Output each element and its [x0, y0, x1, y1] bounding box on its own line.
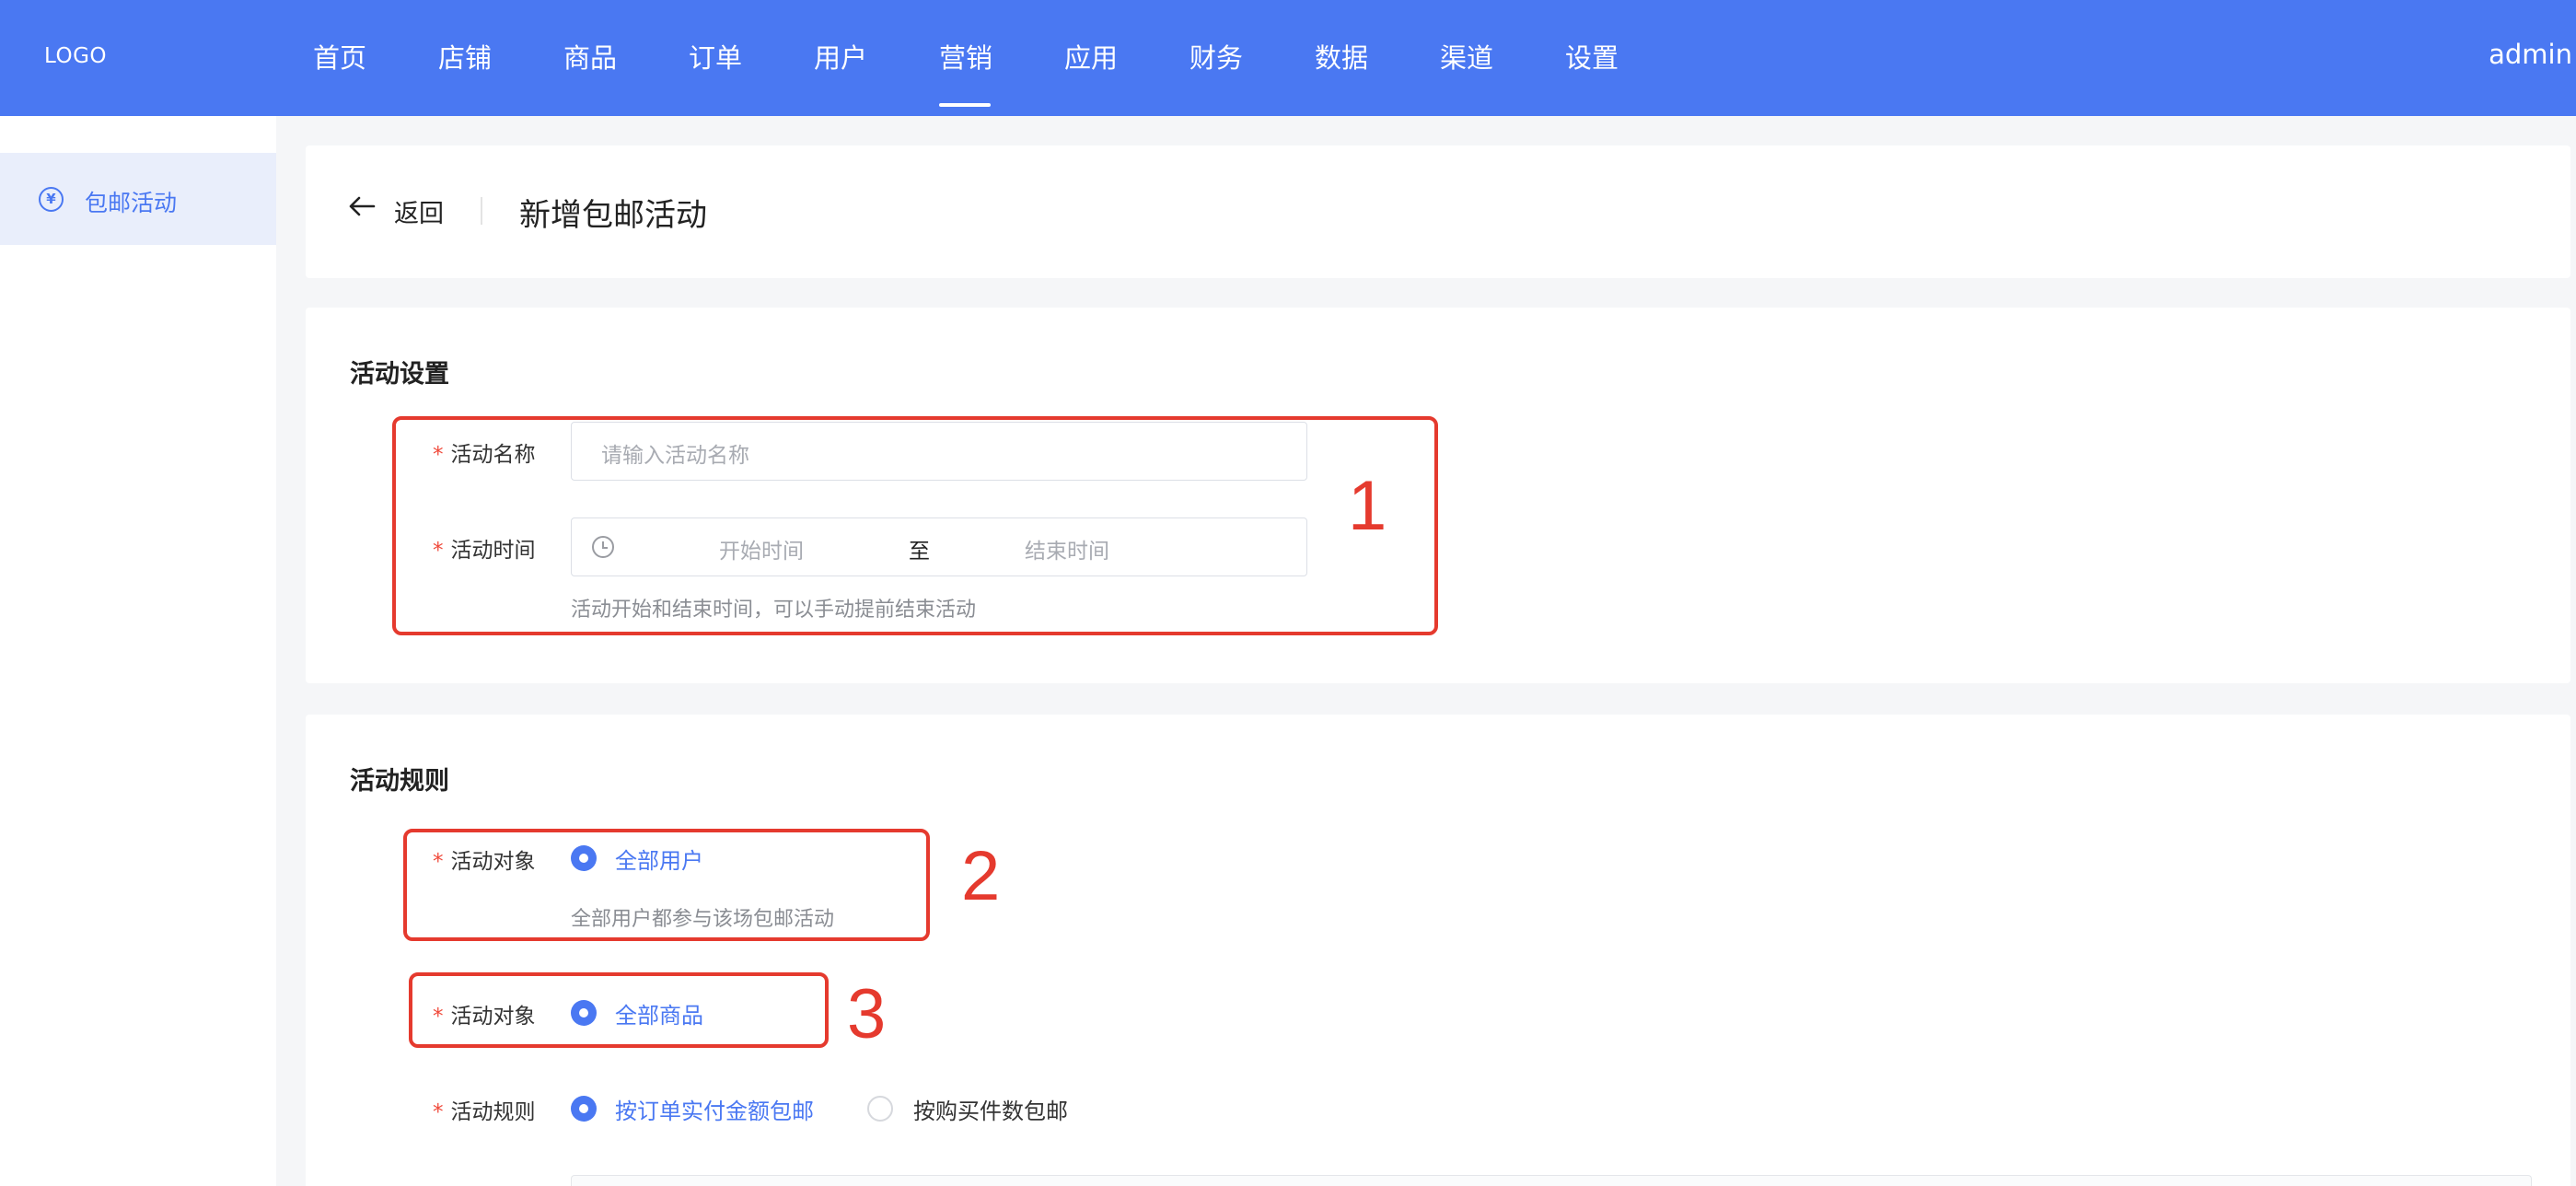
yen-circle-icon: ¥ [39, 187, 64, 212]
nav-item-users[interactable]: 用户 [814, 37, 867, 76]
rule-item-count-label[interactable]: 按购买件数包邮 [913, 1093, 1068, 1125]
annotation-number-2: 2 [961, 837, 1001, 915]
annotation-box-3 [409, 972, 829, 1048]
nav-item-goods[interactable]: 商品 [563, 37, 617, 76]
nav-item-finance[interactable]: 财务 [1189, 37, 1243, 76]
annotation-number-3: 3 [847, 975, 887, 1053]
arrow-left-icon[interactable] [348, 195, 376, 217]
radio-rule-item-count[interactable] [867, 1096, 893, 1122]
logo: LOGO [44, 44, 108, 68]
top-nav-bar: LOGO 首页 店铺 商品 订单 用户 营销 应用 财务 数据 渠道 设置 ad… [0, 0, 2576, 116]
sidebar: ¥ 包邮活动 [0, 116, 276, 1186]
rule-order-amount-label[interactable]: 按订单实付金额包邮 [615, 1093, 814, 1125]
active-nav-indicator [939, 103, 991, 107]
annotation-box-2 [403, 829, 930, 941]
annotation-box-1 [392, 416, 1438, 635]
next-form-field[interactable] [571, 1175, 2532, 1186]
page-title: 新增包邮活动 [519, 197, 707, 234]
nav-item-marketing[interactable]: 营销 [939, 37, 992, 76]
user-menu[interactable]: admin [2489, 39, 2572, 70]
page-header-card: 返回 新增包邮活动 [306, 145, 2570, 278]
sidebar-item-free-shipping[interactable]: ¥ 包邮活动 [0, 153, 276, 245]
nav-item-apps[interactable]: 应用 [1064, 37, 1118, 76]
annotation-number-1: 1 [1348, 467, 1387, 545]
section-title-settings: 活动设置 [350, 360, 449, 389]
nav-item-settings[interactable]: 设置 [1565, 37, 1619, 76]
activity-rules-card: 活动规则 * 活动对象 全部用户 全部用户都参与该场包邮活动 * 活动对象 全部商品… [306, 715, 2570, 1186]
nav-item-store[interactable]: 店铺 [438, 37, 492, 76]
section-title-rules: 活动规则 [350, 767, 449, 796]
back-button[interactable]: 返回 [394, 193, 444, 229]
radio-rule-order-amount[interactable] [571, 1096, 597, 1122]
nav-item-channels[interactable]: 渠道 [1440, 37, 1493, 76]
nav-item-orders[interactable]: 订单 [689, 37, 742, 76]
sidebar-item-label: 包邮活动 [85, 190, 178, 216]
nav-item-data[interactable]: 数据 [1315, 37, 1368, 76]
nav-item-home[interactable]: 首页 [313, 37, 366, 76]
rule-type-label: * 活动规则 [433, 1100, 536, 1124]
header-divider [481, 197, 482, 225]
